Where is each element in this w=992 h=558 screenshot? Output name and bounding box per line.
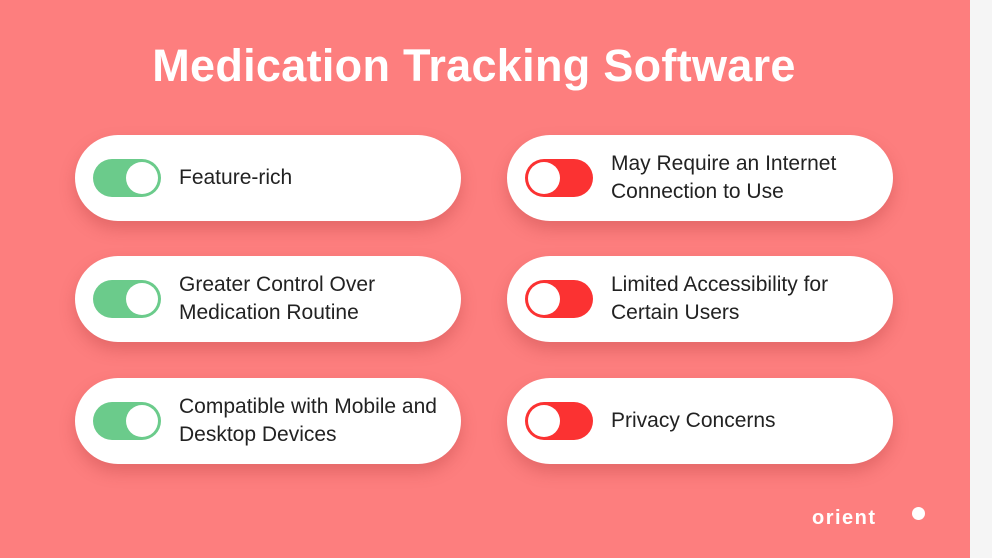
- con-card-2: Limited Accessibility for Certain Users: [507, 256, 893, 342]
- con-label: Limited Accessibility for Certain Users: [611, 256, 881, 342]
- toggle-knob: [528, 405, 560, 437]
- con-label-text: Limited Accessibility for Certain Users: [611, 273, 829, 324]
- toggle-on-icon: [93, 280, 161, 318]
- orient-logo: orient: [812, 507, 877, 529]
- pro-label: Feature-rich: [179, 135, 449, 221]
- pro-label: Greater Control Over Medication Routine: [179, 256, 449, 342]
- page-title: Medication Tracking Software: [152, 40, 796, 91]
- pro-label-text: Feature-rich: [179, 166, 293, 189]
- toggle-on-icon: [93, 159, 161, 197]
- con-label-text: May Require an Internet Connection to Us…: [611, 152, 837, 203]
- toggle-off-icon: [525, 402, 593, 440]
- con-label-text: Privacy Concerns: [611, 409, 776, 432]
- pro-card-3: Compatible with Mobile and Desktop Devic…: [75, 378, 461, 464]
- toggle-knob: [126, 405, 158, 437]
- infographic-canvas: Medication Tracking Software Feature-ric…: [0, 0, 970, 558]
- pro-label-text: Greater Control Over Medication Routine: [179, 273, 376, 324]
- con-label: May Require an Internet Connection to Us…: [611, 135, 881, 221]
- toggle-off-icon: [525, 159, 593, 197]
- con-label: Privacy Concerns: [611, 378, 881, 464]
- pro-label-text: Compatible with Mobile and Desktop Devic…: [179, 395, 437, 446]
- toggle-on-icon: [93, 402, 161, 440]
- toggle-knob: [528, 162, 560, 194]
- pro-label: Compatible with Mobile and Desktop Devic…: [179, 378, 449, 464]
- logo-dot-icon: [912, 507, 925, 520]
- toggle-off-icon: [525, 280, 593, 318]
- con-card-3: Privacy Concerns: [507, 378, 893, 464]
- pro-card-2: Greater Control Over Medication Routine: [75, 256, 461, 342]
- pro-card-1: Feature-rich: [75, 135, 461, 221]
- con-card-1: May Require an Internet Connection to Us…: [507, 135, 893, 221]
- right-edge-strip: [970, 0, 992, 558]
- toggle-knob: [528, 283, 560, 315]
- toggle-knob: [126, 283, 158, 315]
- toggle-knob: [126, 162, 158, 194]
